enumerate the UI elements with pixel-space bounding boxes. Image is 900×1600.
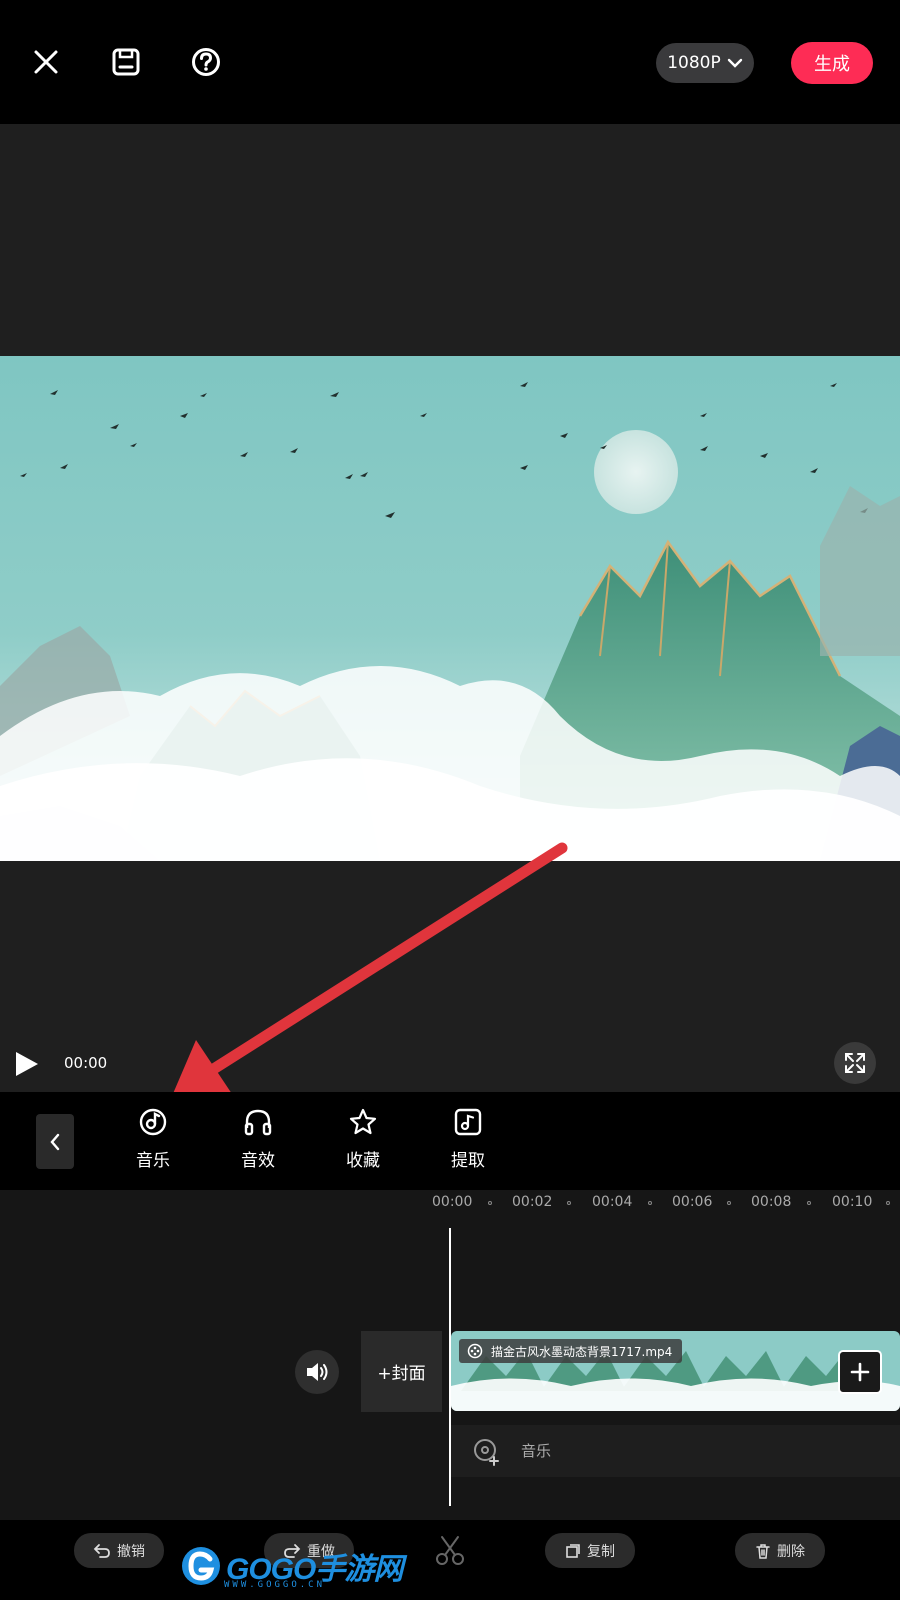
headphones-icon [244, 1109, 272, 1136]
speaker-icon [307, 1363, 328, 1381]
tool-favorites-label: 收藏 [346, 1151, 380, 1171]
scissors-icon [436, 1536, 464, 1565]
watermark-url: WWW.GOGGO.CN [224, 1580, 326, 1590]
copy-button[interactable]: 复制 [545, 1533, 635, 1568]
ruler-tick [567, 1201, 571, 1205]
current-time: 00:00 [64, 1054, 108, 1072]
tool-music[interactable]: 音乐 [118, 1106, 188, 1171]
site-watermark: GOGO手游网 WWW.GOGGO.CN [180, 1544, 403, 1590]
tool-sound-effects-label: 音效 [241, 1151, 275, 1171]
ruler-label: 00:06 [672, 1194, 713, 1210]
delete-label: 删除 [777, 1543, 805, 1560]
plus-icon [850, 1362, 870, 1382]
ruler-label: 00:00 [432, 1194, 473, 1210]
gogo-logo-icon [182, 1547, 220, 1585]
tool-extract[interactable]: 提取 [433, 1106, 503, 1171]
star-icon [349, 1108, 377, 1135]
clip-name-tag: 描金古风水墨动态背景1717.mp4 [459, 1339, 683, 1363]
ruler-label: 00:04 [592, 1194, 633, 1210]
film-reel-icon [467, 1343, 483, 1359]
chevron-left-icon [50, 1133, 60, 1150]
copy-icon [566, 1543, 580, 1558]
ruler-tick [488, 1201, 492, 1205]
undo-label: 撤销 [117, 1543, 145, 1560]
toolbar-back-button[interactable] [36, 1114, 74, 1169]
copy-label: 复制 [587, 1543, 615, 1560]
undo-icon [93, 1543, 110, 1558]
trash-icon [756, 1543, 770, 1559]
fullscreen-icon [845, 1053, 865, 1073]
add-music-track[interactable] [451, 1425, 900, 1477]
music-disc-icon [139, 1108, 167, 1136]
ruler-tick [648, 1201, 652, 1205]
ruler-label: 00:02 [512, 1194, 553, 1210]
add-clip-button[interactable] [838, 1350, 882, 1394]
play-icon [16, 1052, 38, 1076]
split-button[interactable] [430, 1534, 470, 1568]
tool-music-label: 音乐 [136, 1151, 170, 1171]
set-cover-button[interactable]: +封面 [361, 1331, 442, 1412]
tool-extract-label: 提取 [451, 1151, 485, 1171]
tool-favorites[interactable]: 收藏 [328, 1106, 398, 1171]
tool-sound-effects[interactable]: 音效 [223, 1106, 293, 1171]
fullscreen-button[interactable] [834, 1042, 876, 1084]
ruler-tick [886, 1201, 890, 1205]
add-music-label: 音乐 [521, 1442, 552, 1460]
ruler-tick [727, 1201, 731, 1205]
undo-button[interactable]: 撤销 [74, 1533, 164, 1568]
ruler-label: 00:08 [751, 1194, 792, 1210]
playhead[interactable] [449, 1228, 451, 1506]
clip-name: 描金古风水墨动态背景1717.mp4 [491, 1344, 673, 1359]
ruler-tick [807, 1201, 811, 1205]
mute-original-button[interactable] [295, 1350, 339, 1394]
ruler-label: 00:10 [832, 1194, 873, 1210]
music-note-icon [454, 1108, 482, 1136]
play-button[interactable] [14, 1050, 40, 1082]
delete-button[interactable]: 删除 [735, 1533, 825, 1568]
add-music-icon [474, 1439, 499, 1466]
